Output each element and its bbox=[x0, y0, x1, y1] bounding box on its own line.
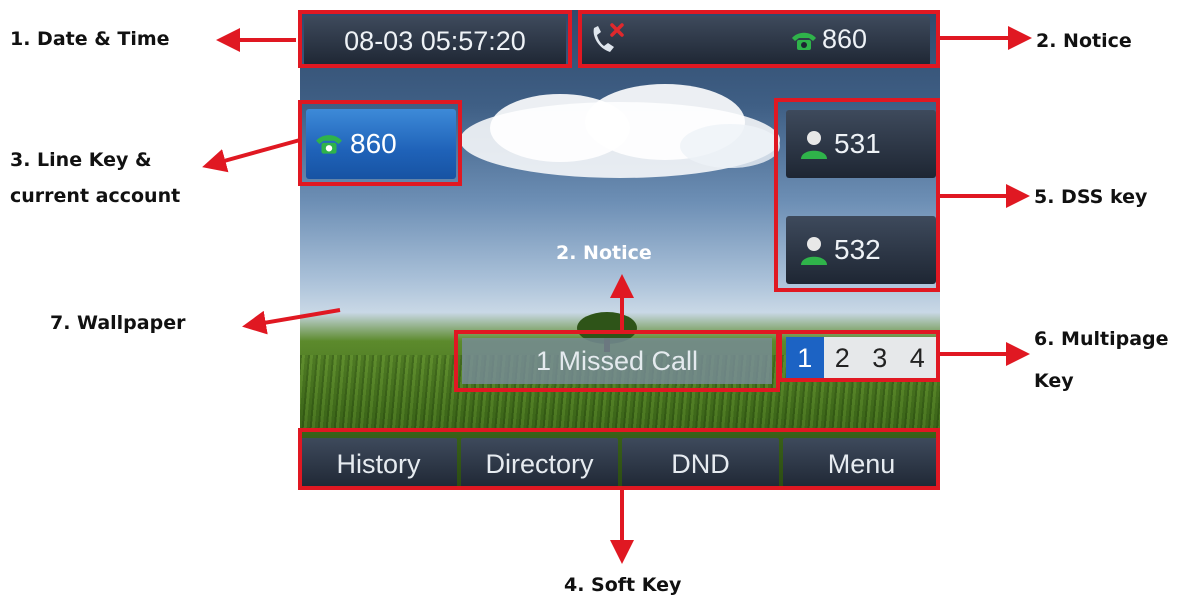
callout-multipage-2: Key bbox=[1034, 370, 1074, 392]
arrow-line-key bbox=[202, 138, 301, 173]
callout-multipage-1: 6. Multipage bbox=[1034, 328, 1169, 350]
callout-dss-key: 5. DSS key bbox=[1034, 186, 1148, 208]
arrow-wallpaper bbox=[242, 308, 341, 335]
annotation-arrows bbox=[202, 26, 1032, 564]
callout-notice-center: 2. Notice bbox=[556, 242, 652, 264]
callout-date-time: 1. Date & Time bbox=[10, 28, 170, 50]
callout-soft-key: 4. Soft Key bbox=[564, 574, 682, 596]
callout-notice: 2. Notice bbox=[1036, 30, 1132, 52]
callout-line-key-2: current account bbox=[10, 185, 181, 207]
callout-wallpaper: 7. Wallpaper bbox=[50, 312, 186, 334]
callout-line-key-1: 3. Line Key & bbox=[10, 149, 152, 171]
